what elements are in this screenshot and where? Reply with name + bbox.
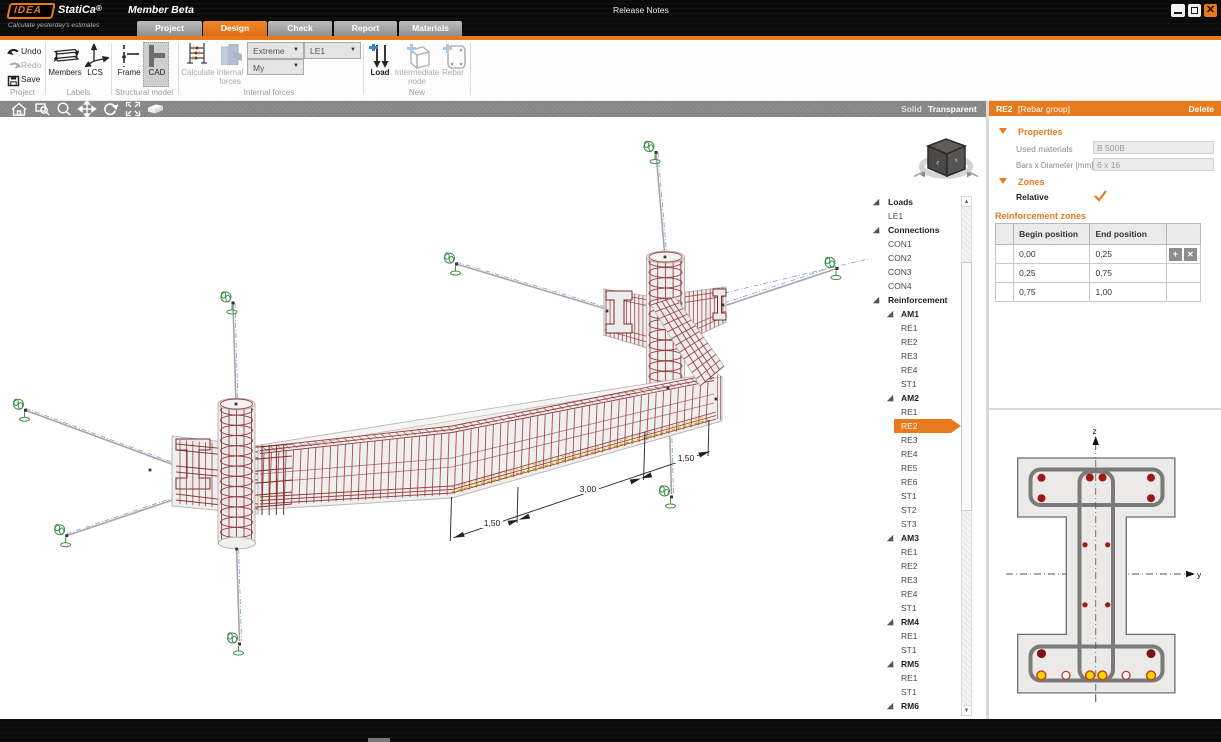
svg-text:3,00: 3,00: [580, 484, 597, 494]
svg-text:1,50: 1,50: [484, 518, 501, 528]
svg-text:1,50: 1,50: [678, 453, 695, 463]
svg-text:z: z: [1093, 426, 1097, 436]
svg-text:y: y: [1197, 570, 1202, 580]
